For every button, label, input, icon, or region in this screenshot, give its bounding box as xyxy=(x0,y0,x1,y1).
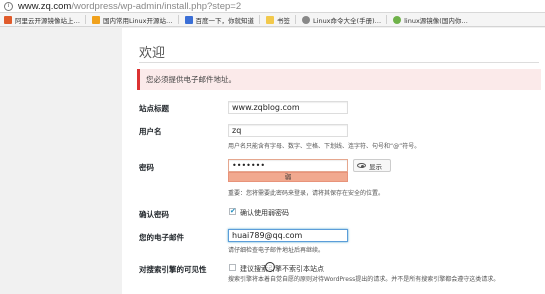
bookmark-favicon-icon xyxy=(302,15,311,24)
folder-icon xyxy=(266,15,275,24)
bookmark-folder[interactable]: 书签 xyxy=(266,15,290,25)
email-hint: 请仔细检查电子邮件地址后再继续。 xyxy=(228,247,325,254)
page-background: 欢迎 您必须提供电子邮件地址。 站点标题 www.zqblog.com 用户名 … xyxy=(0,28,545,294)
search-visibility-label: 对搜索引擎的可见性 xyxy=(139,265,207,274)
bookmark-favicon-icon xyxy=(393,15,402,24)
url-text[interactable]: www.zq.com/wordpress/wp-admin/install.ph… xyxy=(18,1,241,12)
email-input[interactable]: huai789@qq.com xyxy=(228,229,348,242)
password-label: 密码 xyxy=(139,163,154,172)
email-label: 您的电子邮件 xyxy=(139,233,184,242)
page-title: 欢迎 xyxy=(139,46,166,61)
password-hint: 重要：您将需要此密码来登录，请将其保存在安全的位置。 xyxy=(228,190,385,197)
discourage-search-checkbox[interactable] xyxy=(229,264,236,271)
bookmark-divider xyxy=(177,15,179,24)
password-input[interactable]: ••••••• xyxy=(228,159,348,172)
bookmark-linux-commands[interactable]: Linux命令大全(手册)… xyxy=(302,15,381,25)
error-notice: 您必须提供电子邮件地址。 xyxy=(137,69,541,90)
bookmark-linux-sources[interactable]: linux源镜像(国内你… xyxy=(393,15,468,25)
site-info-icon[interactable]: i xyxy=(4,1,13,11)
bookmark-divider xyxy=(295,15,297,24)
bookmark-divider xyxy=(259,15,261,24)
bookmark-aliyun[interactable]: 阿里云开源镜像站上… xyxy=(4,15,80,25)
search-visibility-hint: 搜索引擎将本着自觉自愿的原则对待WordPress提出的请求。并不是所有搜索引擎… xyxy=(228,276,500,283)
bookmark-favicon-icon xyxy=(184,15,193,24)
confirm-weak-password-checkbox[interactable] xyxy=(229,207,236,215)
address-bar[interactable]: i www.zq.com/wordpress/wp-admin/install.… xyxy=(0,0,545,13)
bookmark-divider xyxy=(85,15,86,24)
bookmark-linux-mirrors[interactable]: 国内常用Linux开源站… xyxy=(92,15,173,25)
username-hint: 用户名只能含有字母、数字、空格、下划线、连字符、句号和“@”符号。 xyxy=(228,143,421,150)
install-form-card: 欢迎 您必须提供电子邮件地址。 站点标题 www.zqblog.com 用户名 … xyxy=(122,28,545,294)
show-password-label: 显示 xyxy=(369,162,382,171)
divider xyxy=(139,62,539,63)
bookmark-baidu[interactable]: 百度一下，你就知道 xyxy=(184,15,254,25)
bookmark-divider xyxy=(386,15,388,24)
username-input[interactable]: zq xyxy=(228,124,348,137)
password-strength-meter: 弱 xyxy=(228,172,348,182)
username-label: 用户名 xyxy=(139,127,162,136)
confirm-password-label: 确认密码 xyxy=(139,210,169,219)
show-password-button[interactable]: 显示 xyxy=(353,159,391,172)
site-title-label: 站点标题 xyxy=(139,104,169,113)
eye-icon xyxy=(357,163,366,168)
discourage-search-text: 建议搜索引擎不索引本站点 xyxy=(240,265,324,273)
bookmarks-bar: 阿里云开源镜像站上… 国内常用Linux开源站… 百度一下，你就知道 书签 Li… xyxy=(0,13,545,27)
confirm-weak-password-text: 确认使用弱密码 xyxy=(240,209,289,217)
bookmark-favicon-icon xyxy=(92,15,100,24)
site-title-input[interactable]: www.zqblog.com xyxy=(228,101,348,114)
mouse-cursor-icon xyxy=(265,262,275,272)
bookmark-favicon-icon xyxy=(4,15,12,24)
